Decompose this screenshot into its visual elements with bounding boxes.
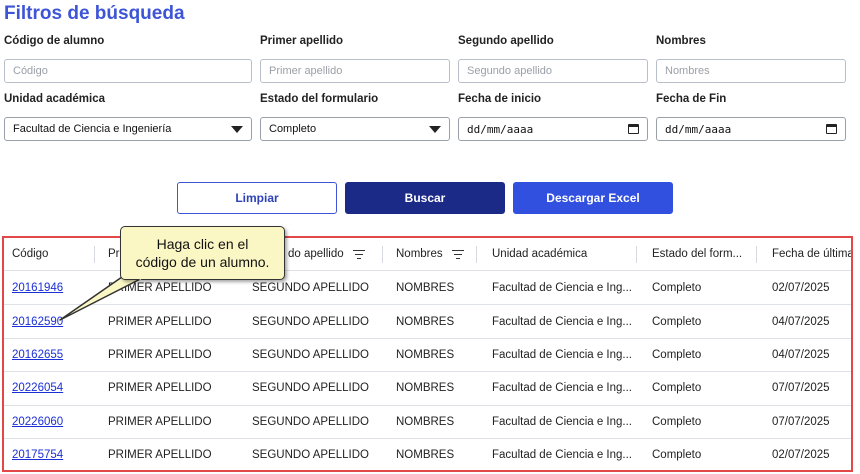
- header-fecha[interactable]: Fecha de última: [772, 238, 851, 270]
- table-row: 20226060 PRIMER APELLIDO SEGUNDO APELLIDO N…: [4, 406, 851, 439]
- calendar-icon[interactable]: [628, 124, 639, 134]
- cell-unidad: Facultad de Ciencia e Ing...: [492, 282, 632, 295]
- cell-primer-apellido: PRIMER APELLIDO: [108, 415, 212, 428]
- header-segundo-apellido[interactable]: do apellido: [288, 238, 378, 270]
- cell-estado: Completo: [652, 449, 702, 462]
- estado-select[interactable]: Completo: [260, 117, 450, 141]
- filter-icon[interactable]: [352, 249, 365, 259]
- tooltip-callout: Haga clic en el código de un alumno.: [120, 226, 285, 280]
- cell-segundo-apellido: SEGUNDO APELLIDO: [252, 382, 369, 395]
- student-code-link[interactable]: 20161946: [12, 282, 63, 294]
- cell-segundo-apellido: SEGUNDO APELLIDO: [252, 449, 369, 462]
- nombres-label: Nombres: [656, 35, 706, 47]
- search-button[interactable]: Buscar: [345, 182, 505, 214]
- cell-fecha: 07/07/2025: [772, 382, 830, 395]
- fecha-fin-value: dd/mm/aaaa: [665, 122, 732, 136]
- unidad-select[interactable]: Facultad de Ciencia e Ingeniería: [4, 117, 252, 141]
- cell-unidad: Facultad de Ciencia e Ing...: [492, 415, 632, 428]
- cell-fecha: 04/07/2025: [772, 348, 830, 361]
- header-nombres[interactable]: Nombres: [396, 238, 476, 270]
- codigo-input[interactable]: [4, 59, 252, 83]
- fecha-inicio-value: dd/mm/aaaa: [467, 122, 534, 136]
- filter-icon[interactable]: [451, 249, 464, 259]
- cell-segundo-apellido: SEGUNDO APELLIDO: [252, 415, 369, 428]
- student-code-link[interactable]: 20162590: [12, 316, 63, 328]
- cell-unidad: Facultad de Ciencia e Ing...: [492, 315, 632, 328]
- codigo-label: Código de alumno: [4, 35, 105, 47]
- student-code-link[interactable]: 20226054: [12, 382, 63, 394]
- cell-nombres: NOMBRES: [396, 315, 455, 328]
- cell-fecha: 04/07/2025: [772, 315, 830, 328]
- table-row: 20226054 PRIMER APELLIDO SEGUNDO APELLIDO N…: [4, 372, 851, 406]
- cell-primer-apellido: PRIMER APELLIDO: [108, 315, 212, 328]
- cell-nombres: NOMBRES: [396, 382, 455, 395]
- header-unidad[interactable]: Unidad académica: [492, 238, 632, 270]
- triangle-down-icon: [429, 125, 441, 133]
- cell-codigo[interactable]: 20162655: [12, 339, 92, 371]
- fecha-fin-label: Fecha de Fin: [656, 93, 727, 105]
- primer-apellido-label: Primer apellido: [260, 35, 344, 47]
- cell-estado: Completo: [652, 348, 702, 361]
- tooltip-line-2: código de un alumno.: [135, 254, 270, 270]
- cell-fecha: 07/07/2025: [772, 415, 830, 428]
- table-row: 20162655 PRIMER APELLIDO SEGUNDO APELLIDO N…: [4, 339, 851, 373]
- primer-apellido-input[interactable]: [260, 59, 450, 83]
- student-code-link[interactable]: 20175754: [12, 449, 63, 461]
- fecha-inicio-label: Fecha de inicio: [458, 93, 542, 105]
- cell-fecha: 02/07/2025: [772, 449, 830, 462]
- fecha-fin-input[interactable]: dd/mm/aaaa: [656, 117, 846, 141]
- table-row: 20175754 PRIMER APELLIDO SEGUNDO APELLIDO N…: [4, 439, 851, 470]
- header-codigo[interactable]: Código: [12, 238, 92, 270]
- cell-unidad: Facultad de Ciencia e Ing...: [492, 382, 632, 395]
- cell-codigo[interactable]: 20226060: [12, 406, 92, 438]
- triangle-down-icon: [231, 125, 243, 133]
- header-estado[interactable]: Estado del form...: [652, 238, 752, 270]
- segundo-apellido-label: Segundo apellido: [458, 35, 554, 47]
- tooltip-line-1: Haga clic en el: [156, 236, 249, 252]
- unidad-select-value: Facultad de Ciencia e Ingeniería: [13, 123, 172, 135]
- clear-button[interactable]: Limpiar: [177, 182, 337, 214]
- page-title: Filtros de búsqueda: [4, 3, 185, 24]
- cell-nombres: NOMBRES: [396, 348, 455, 361]
- cell-primer-apellido: PRIMER APELLIDO: [108, 449, 212, 462]
- cell-estado: Completo: [652, 315, 702, 328]
- cell-nombres: NOMBRES: [396, 415, 455, 428]
- cell-codigo[interactable]: 20162590: [12, 305, 92, 337]
- cell-codigo[interactable]: 20175754: [12, 439, 92, 470]
- cell-unidad: Facultad de Ciencia e Ing...: [492, 348, 632, 361]
- cell-primer-apellido: PRIMER APELLIDO: [108, 348, 212, 361]
- student-code-link[interactable]: 20226060: [12, 416, 63, 428]
- calendar-icon[interactable]: [826, 124, 837, 134]
- cell-codigo[interactable]: 20226054: [12, 372, 92, 404]
- cell-fecha: 02/07/2025: [772, 282, 830, 295]
- cell-estado: Completo: [652, 382, 702, 395]
- estado-select-value: Completo: [269, 123, 317, 135]
- cell-codigo[interactable]: 20161946: [12, 272, 92, 304]
- cell-nombres: NOMBRES: [396, 282, 455, 295]
- cell-segundo-apellido: SEGUNDO APELLIDO: [252, 348, 369, 361]
- cell-nombres: NOMBRES: [396, 449, 455, 462]
- cell-estado: Completo: [652, 415, 702, 428]
- fecha-inicio-input[interactable]: dd/mm/aaaa: [458, 117, 648, 141]
- unidad-label: Unidad académica: [4, 93, 105, 105]
- cell-primer-apellido: PRIMER APELLIDO: [108, 382, 212, 395]
- student-code-link[interactable]: 20162655: [12, 349, 63, 361]
- cell-segundo-apellido: SEGUNDO APELLIDO: [252, 315, 369, 328]
- segundo-apellido-input[interactable]: [458, 59, 648, 83]
- cell-unidad: Facultad de Ciencia e Ing...: [492, 449, 632, 462]
- estado-label: Estado del formulario: [260, 93, 379, 105]
- table-row: 20162590 PRIMER APELLIDO SEGUNDO APELLIDO N…: [4, 305, 851, 339]
- cell-estado: Completo: [652, 282, 702, 295]
- nombres-input[interactable]: [656, 59, 846, 83]
- download-excel-button[interactable]: Descargar Excel: [513, 182, 673, 214]
